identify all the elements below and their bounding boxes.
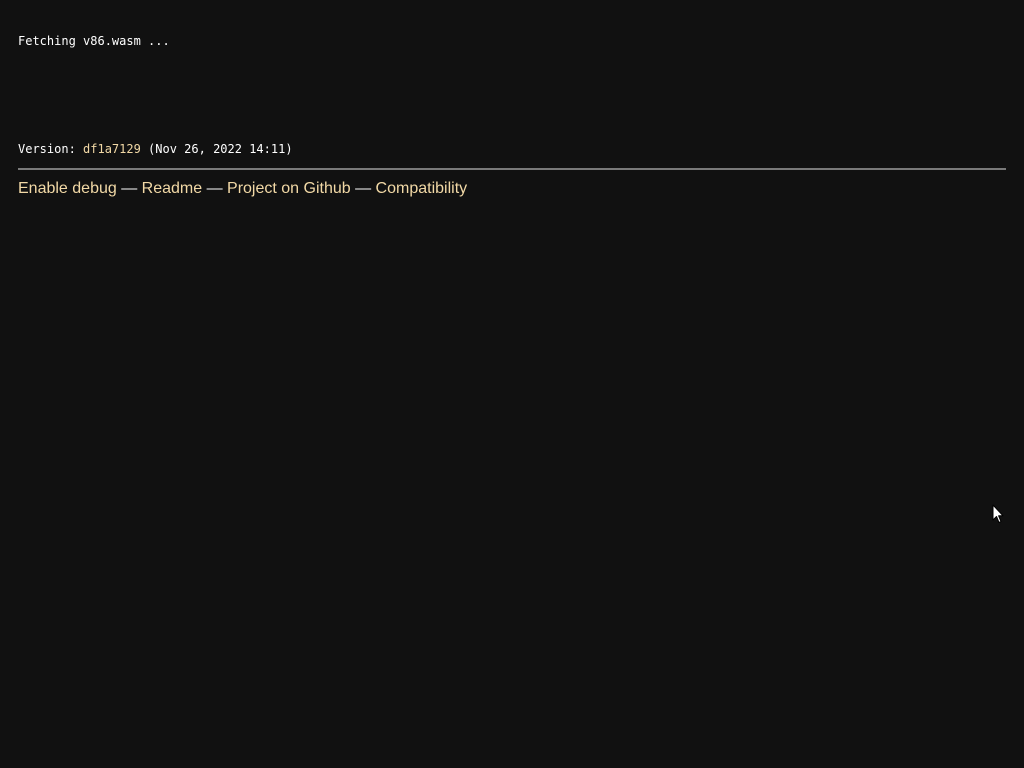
version-line: Version: df1a7129 (Nov 26, 2022 14:11) [18,141,293,157]
readme-link[interactable]: Readme [142,180,202,197]
enable-debug-link[interactable]: Enable debug [18,180,117,197]
footer-links: Enable debug — Readme — Project on Githu… [18,179,467,199]
github-link[interactable]: Project on Github [227,180,351,197]
compatibility-link[interactable]: Compatibility [376,180,468,197]
link-separator: — [350,180,376,197]
divider [18,168,1006,170]
status-message: Fetching v86.wasm ... [18,34,170,48]
mouse-pointer-icon [992,504,1004,523]
link-separator: — [202,180,228,197]
version-date: (Nov 26, 2022 14:11) [140,142,293,156]
link-separator: — [116,180,142,197]
version-label: Version: [18,142,84,156]
version-hash-link[interactable]: df1a7129 [83,142,141,156]
